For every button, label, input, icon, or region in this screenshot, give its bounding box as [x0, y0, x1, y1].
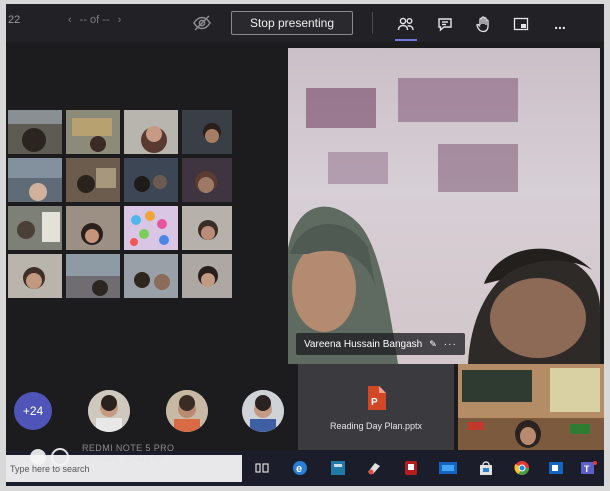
meeting-toolbar: 22 ‹ -- of -- › Stop presenting ...	[6, 4, 604, 42]
watermark-text: REDMI NOTE 5 PRO MI DUAL CAMERA	[82, 443, 174, 465]
watermark-line2: MI DUAL CAMERA	[82, 454, 165, 464]
more-options-icon[interactable]: ···	[444, 339, 457, 350]
teams-app-icon[interactable]: T	[578, 458, 598, 478]
self-view-video[interactable]	[458, 364, 604, 450]
paint-icon[interactable]	[364, 458, 384, 478]
participant-avatar[interactable]	[242, 390, 284, 432]
presenter-name-tag: Vareena Hussain Bangash ✎ ···	[296, 333, 465, 355]
outlook-icon[interactable]	[546, 458, 566, 478]
participant-tile[interactable]	[8, 206, 62, 250]
participant-tile[interactable]	[66, 254, 120, 298]
participant-gallery	[8, 110, 286, 298]
participant-tile[interactable]	[124, 110, 178, 154]
mic-off-icon: ✎	[429, 338, 437, 349]
calculator-icon[interactable]	[328, 458, 348, 478]
meeting-window: 22 ‹ -- of -- › Stop presenting ... Vare…	[6, 4, 604, 486]
share-tray-icon[interactable]	[510, 13, 532, 35]
shared-file-name: Reading Day Plan.pptx	[329, 421, 423, 431]
participant-avatar[interactable]	[88, 390, 130, 432]
participant-tile[interactable]	[124, 254, 178, 298]
raise-hand-icon[interactable]	[472, 13, 494, 35]
svg-text:P: P	[371, 397, 378, 408]
presenter-name: Vareena Hussain Bangash	[304, 338, 423, 350]
participant-tile[interactable]	[124, 158, 178, 202]
shared-content-tile[interactable]: P Reading Day Plan.pptx	[298, 364, 454, 450]
participant-tile[interactable]	[182, 254, 232, 298]
participant-tile[interactable]	[124, 206, 178, 250]
task-view-icon[interactable]	[252, 458, 272, 478]
participant-tile[interactable]	[8, 158, 62, 202]
participant-tile[interactable]	[66, 110, 120, 154]
participant-tile[interactable]	[66, 206, 120, 250]
svg-text:e: e	[296, 463, 302, 475]
edge-icon[interactable]: e	[290, 458, 310, 478]
clock-text: 22	[8, 14, 21, 26]
shopping-bag-icon[interactable]	[476, 458, 496, 478]
overflow-participants-badge[interactable]: +24	[14, 392, 52, 430]
slide-pager: ‹ -- of -- ›	[68, 14, 121, 26]
participant-avatar[interactable]	[166, 390, 208, 432]
participant-tile[interactable]	[8, 110, 62, 154]
svg-text:T: T	[584, 464, 590, 474]
toolbar-divider	[372, 12, 373, 34]
participant-tile[interactable]	[8, 254, 62, 298]
participant-tile[interactable]	[182, 158, 232, 202]
next-slide-icon[interactable]: ›	[118, 14, 122, 26]
chrome-icon[interactable]	[512, 458, 532, 478]
prev-slide-icon[interactable]: ‹	[68, 14, 72, 26]
camera-watermark: REDMI NOTE 5 PRO MI DUAL CAMERA	[28, 443, 228, 469]
stop-presenting-button[interactable]: Stop presenting	[231, 11, 353, 35]
participants-icon[interactable]	[395, 13, 417, 41]
participant-tile[interactable]	[66, 158, 120, 202]
more-actions-icon[interactable]: ...	[549, 13, 571, 35]
participant-tile[interactable]	[182, 110, 232, 154]
camera-logo-icon	[30, 448, 69, 466]
presenter-video[interactable]	[288, 48, 600, 364]
page-indicator: -- of --	[79, 14, 110, 26]
media-player-icon[interactable]	[401, 458, 421, 478]
hide-eye-icon[interactable]	[192, 13, 212, 33]
chat-icon[interactable]	[434, 13, 456, 35]
watermark-line1: REDMI NOTE 5 PRO	[82, 443, 175, 453]
participant-tile[interactable]	[182, 206, 232, 250]
powerpoint-icon: P	[366, 386, 386, 415]
store-app-icon[interactable]	[438, 458, 458, 478]
